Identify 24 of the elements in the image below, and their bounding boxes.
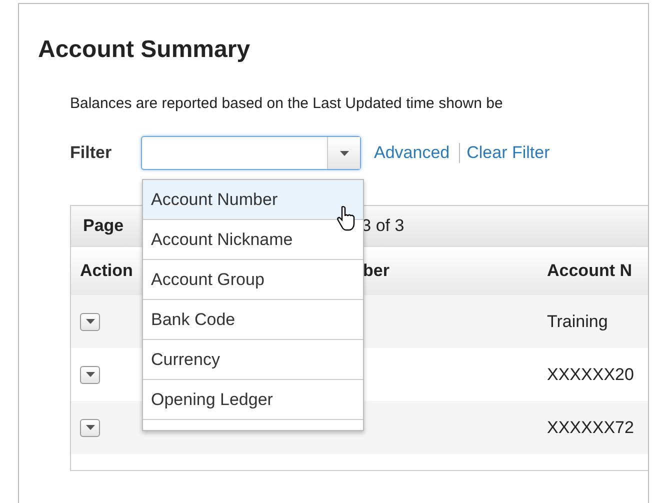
page-title: Account Summary bbox=[38, 35, 252, 65]
filter-label: Filter bbox=[70, 143, 113, 163]
caret-icon bbox=[340, 150, 348, 156]
advanced-link[interactable]: Advanced bbox=[374, 143, 460, 163]
page-label: Page bbox=[83, 216, 124, 236]
column-header: Account N bbox=[547, 261, 632, 280]
row-action-button[interactable] bbox=[80, 418, 100, 436]
caret-icon bbox=[86, 372, 94, 377]
clear-filter-link[interactable]: Clear Filter bbox=[466, 143, 550, 163]
dropdown-option[interactable]: Opening Ledger bbox=[143, 380, 363, 420]
row-action-button[interactable] bbox=[80, 312, 100, 330]
column-header: ber bbox=[363, 261, 390, 280]
dropdown-option[interactable]: Account Group bbox=[143, 260, 363, 300]
table-cell: XXXXXX72 bbox=[547, 418, 634, 436]
table-cell: XXXXXX20 bbox=[547, 364, 634, 384]
caret-icon bbox=[86, 319, 94, 324]
caret-icon bbox=[86, 425, 94, 430]
dropdown-option[interactable]: Currency bbox=[143, 340, 363, 380]
dropdown-option[interactable]: Account Number bbox=[143, 180, 363, 220]
row-action-button[interactable] bbox=[80, 366, 100, 384]
description-text: Balances are reported based on the Last Updated time shown be bbox=[70, 95, 504, 113]
column-header: Action bbox=[80, 261, 133, 280]
table-cell: Training bbox=[547, 312, 608, 330]
dropdown-option[interactable]: Bank Code bbox=[143, 300, 363, 340]
